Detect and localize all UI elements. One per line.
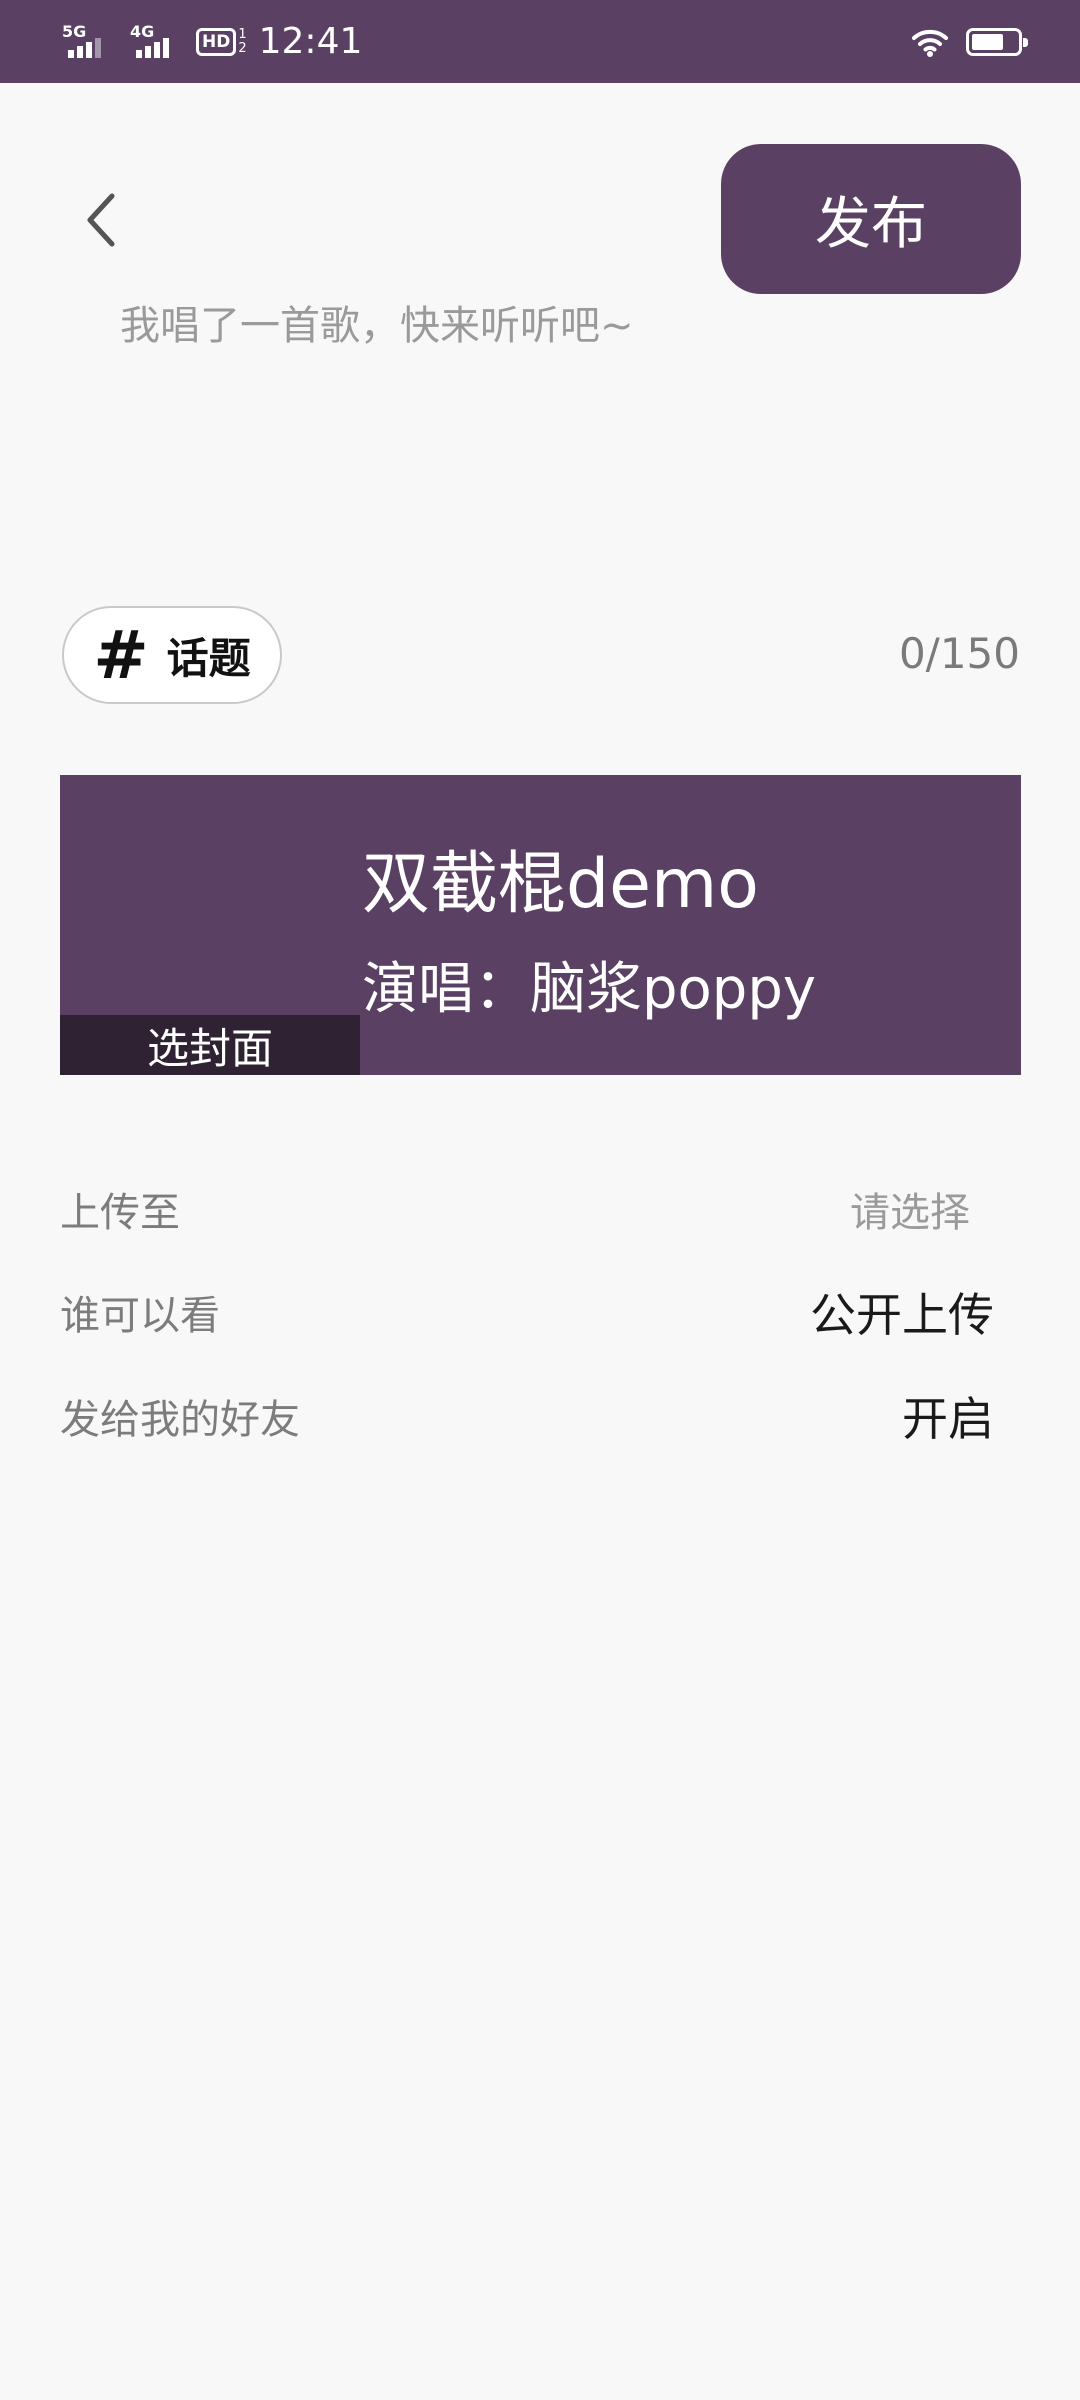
status-bar: 5G 4G HD 1 2 12:41 bbox=[0, 0, 1080, 83]
battery-icon bbox=[966, 27, 1028, 56]
setting-row-upload-to[interactable]: 上传至 请选择 bbox=[60, 1169, 1020, 1249]
char-counter: 0/150 bbox=[898, 629, 1020, 678]
song-title: 双截棍demo bbox=[362, 845, 759, 924]
hd-voice-icon: HD 1 2 bbox=[196, 26, 247, 56]
upload-to-value[interactable]: 请选择 bbox=[850, 1180, 970, 1238]
caption-input[interactable]: 我唱了一首歌，快来听听吧~ bbox=[120, 296, 1020, 356]
chevron-left-icon bbox=[87, 193, 115, 247]
select-cover-button[interactable]: 选封面 bbox=[60, 1015, 360, 1075]
cellular-5g-icon: 5G bbox=[60, 22, 110, 62]
visibility-value[interactable]: 公开上传 bbox=[810, 1279, 994, 1345]
wifi-icon bbox=[912, 29, 948, 57]
song-singer: 演唱：脑浆poppy bbox=[362, 957, 817, 1022]
setting-row-send-to-friends[interactable]: 发给我的好友 开启 bbox=[60, 1376, 1020, 1456]
upload-to-label: 上传至 bbox=[60, 1190, 180, 1236]
hd-sub-top: 1 bbox=[238, 26, 247, 42]
hashtag-icon: # bbox=[93, 616, 149, 694]
publish-button[interactable]: 发布 bbox=[721, 144, 1021, 294]
send-to-friends-label: 发给我的好友 bbox=[60, 1397, 300, 1443]
hd-sub-bottom: 2 bbox=[238, 40, 247, 56]
status-left: 5G 4G HD 1 2 12:41 bbox=[60, 0, 362, 83]
topic-button[interactable]: # 话题 bbox=[62, 606, 282, 704]
setting-row-visibility[interactable]: 谁可以看 公开上传 bbox=[60, 1272, 1020, 1352]
status-time: 12:41 bbox=[258, 20, 363, 62]
send-to-friends-value[interactable]: 开启 bbox=[902, 1383, 994, 1449]
visibility-label: 谁可以看 bbox=[60, 1293, 220, 1339]
back-button[interactable] bbox=[70, 180, 130, 260]
hd-label: HD bbox=[196, 27, 237, 56]
cellular-4g-icon: 4G bbox=[128, 22, 178, 62]
status-right bbox=[910, 0, 1028, 83]
topic-label: 话题 bbox=[166, 633, 251, 683]
song-card: 双截棍demo 演唱：脑浆poppy 选封面 bbox=[60, 775, 1021, 1075]
